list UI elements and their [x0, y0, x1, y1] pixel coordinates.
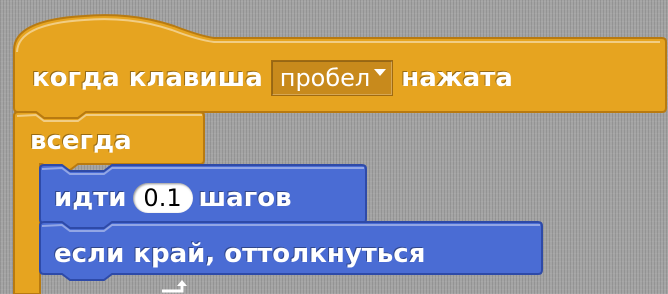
forever-label: всегда [30, 126, 132, 156]
move-label: идти [54, 183, 127, 213]
hat-label-pressed: нажата [401, 63, 513, 93]
chevron-down-icon[interactable] [374, 68, 387, 76]
hat-label-when-key: когда клавиша [32, 63, 263, 93]
key-dropdown-value: пробел [279, 64, 371, 92]
loop-arrow-icon [162, 280, 187, 293]
hat-block-content: когда клавиша пробел нажата [32, 56, 513, 100]
move-block-content: идти 0.1 шагов [54, 180, 292, 216]
bounce-label: если край, оттолкнуться [54, 239, 426, 269]
steps-input[interactable]: 0.1 [132, 183, 193, 213]
steps-label: шагов [198, 183, 292, 213]
key-dropdown[interactable]: пробел [270, 60, 394, 96]
